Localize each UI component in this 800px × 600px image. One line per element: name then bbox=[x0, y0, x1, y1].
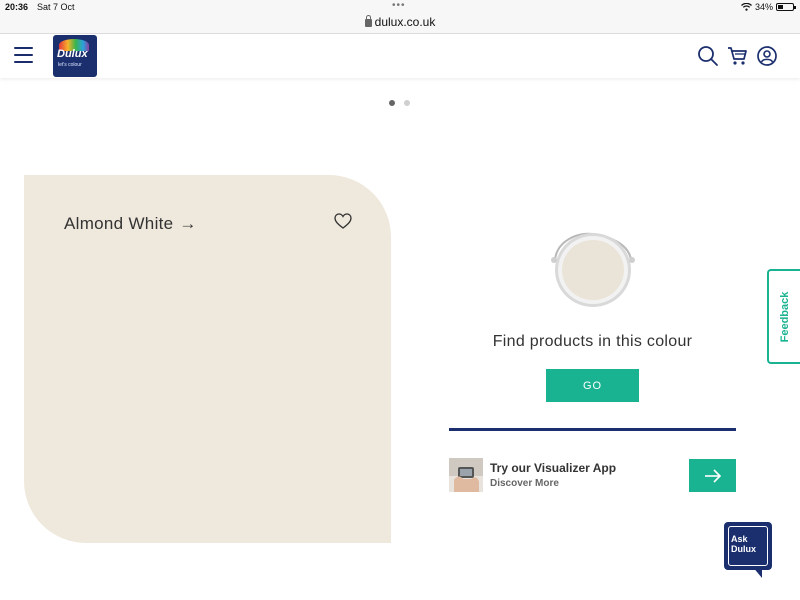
chat-bubble-tail bbox=[752, 566, 762, 578]
visualizer-thumbnail bbox=[449, 458, 483, 492]
logo-brand: Dulux bbox=[57, 48, 88, 60]
go-button[interactable]: GO bbox=[546, 369, 639, 402]
account-icon[interactable] bbox=[756, 45, 778, 67]
battery-fill bbox=[778, 5, 783, 9]
visualizer-subtitle[interactable]: Discover More bbox=[490, 478, 559, 489]
browser-more-dots[interactable]: ••• bbox=[392, 0, 406, 11]
wifi-icon bbox=[741, 3, 752, 11]
visualizer-title[interactable]: Try our Visualizer App bbox=[490, 461, 616, 475]
heart-icon[interactable] bbox=[334, 213, 352, 229]
arrow-right-icon bbox=[704, 468, 721, 483]
ask-dulux-line1: Ask bbox=[731, 534, 748, 544]
feedback-tab[interactable]: Feedback bbox=[767, 269, 800, 364]
ask-dulux-button[interactable]: Ask Dulux bbox=[724, 522, 772, 578]
ask-dulux-label: Ask Dulux bbox=[731, 534, 756, 554]
feedback-label: Feedback bbox=[778, 291, 791, 342]
find-products-heading: Find products in this colour bbox=[492, 333, 693, 350]
colour-swatch-card: Almond White → bbox=[24, 175, 391, 543]
colour-name: Almond White bbox=[64, 214, 174, 233]
url-text: dulux.co.uk bbox=[374, 15, 436, 29]
status-time: 20:36 bbox=[5, 2, 29, 12]
menu-icon[interactable] bbox=[14, 47, 33, 63]
status-date: Sat 7 Oct bbox=[37, 2, 75, 12]
logo-tagline: let's colour bbox=[58, 62, 82, 68]
visualizer-arrow-button[interactable] bbox=[689, 459, 736, 492]
carousel-dot-2[interactable] bbox=[404, 100, 410, 106]
ask-dulux-line2: Dulux bbox=[731, 544, 757, 554]
cart-icon[interactable] bbox=[727, 45, 749, 67]
carousel-dot-1[interactable] bbox=[389, 100, 395, 106]
arrow-right-icon: → bbox=[179, 214, 197, 233]
status-indicators: 34% bbox=[741, 2, 796, 12]
colour-name-link[interactable]: Almond White → bbox=[64, 214, 197, 234]
browser-status-bar: 20:36 Sat 7 Oct ••• 34% dulux.co.uk bbox=[0, 0, 800, 34]
battery-icon bbox=[776, 3, 796, 11]
search-icon[interactable] bbox=[697, 45, 719, 67]
lock-icon bbox=[364, 15, 372, 27]
battery-percent: 34% bbox=[754, 2, 773, 12]
phone-in-hand-image bbox=[449, 458, 483, 492]
dulux-logo[interactable]: Dulux let's colour bbox=[53, 35, 97, 77]
carousel-pagination bbox=[389, 100, 410, 106]
url-bar[interactable]: dulux.co.uk bbox=[0, 15, 800, 29]
site-header: Dulux let's colour bbox=[0, 34, 800, 78]
section-divider bbox=[449, 428, 736, 431]
paint-tin-icon bbox=[551, 232, 635, 307]
